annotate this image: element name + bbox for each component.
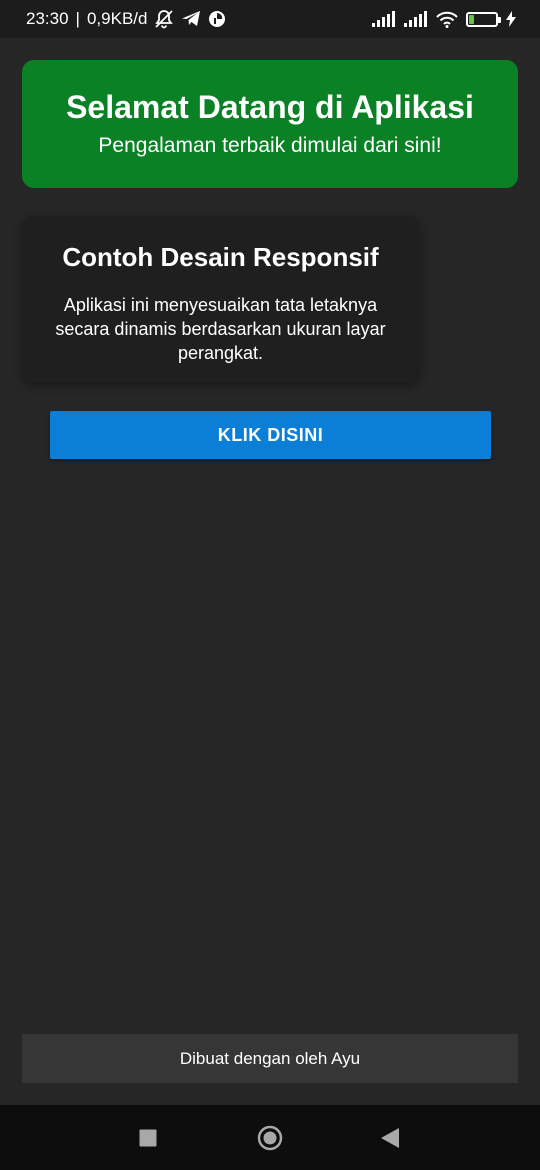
welcome-subtitle: Pengalaman terbaik dimulai dari sini! — [98, 134, 442, 158]
status-right: 25 — [372, 11, 516, 28]
responsive-design-card: Contoh Desain Responsif Aplikasi ini men… — [22, 216, 419, 382]
wifi-icon — [436, 11, 458, 28]
charging-icon — [506, 11, 516, 27]
status-time: 23:30 — [26, 9, 69, 28]
recents-icon[interactable] — [139, 1129, 157, 1146]
click-here-button[interactable]: KLIK DISINI — [50, 411, 491, 459]
network-speed: 0,9KB/d — [86, 9, 148, 28]
battery-level: 25 — [476, 13, 488, 25]
battery-fill — [469, 14, 474, 24]
signal-icon — [372, 11, 396, 27]
signal-icon — [404, 11, 428, 27]
status-separator: | — [75, 9, 80, 28]
home-icon[interactable] — [257, 1125, 283, 1151]
bell-off-icon — [154, 9, 174, 29]
card-title: Contoh Desain Responsif — [62, 242, 379, 272]
status-left: 23:30 | 0,9KB/d — [26, 9, 226, 29]
footer-credit: Dibuat dengan oleh Ayu — [179, 1048, 361, 1068]
app-notification-icon — [208, 10, 226, 28]
system-nav-bar — [0, 1105, 540, 1170]
status-bar: 23:30 | 0,9KB/d 25 — [0, 0, 540, 38]
telegram-icon — [181, 10, 201, 28]
welcome-banner: Selamat Datang di Aplikasi Pengalaman te… — [22, 60, 518, 188]
back-icon[interactable] — [381, 1127, 399, 1148]
card-body: Aplikasi ini menyesuaikan tata letaknya … — [55, 295, 386, 363]
battery-icon: 25 — [466, 11, 501, 27]
footer: Dibuat dengan oleh Ayu — [22, 1034, 518, 1083]
welcome-title: Selamat Datang di Aplikasi — [66, 88, 474, 125]
